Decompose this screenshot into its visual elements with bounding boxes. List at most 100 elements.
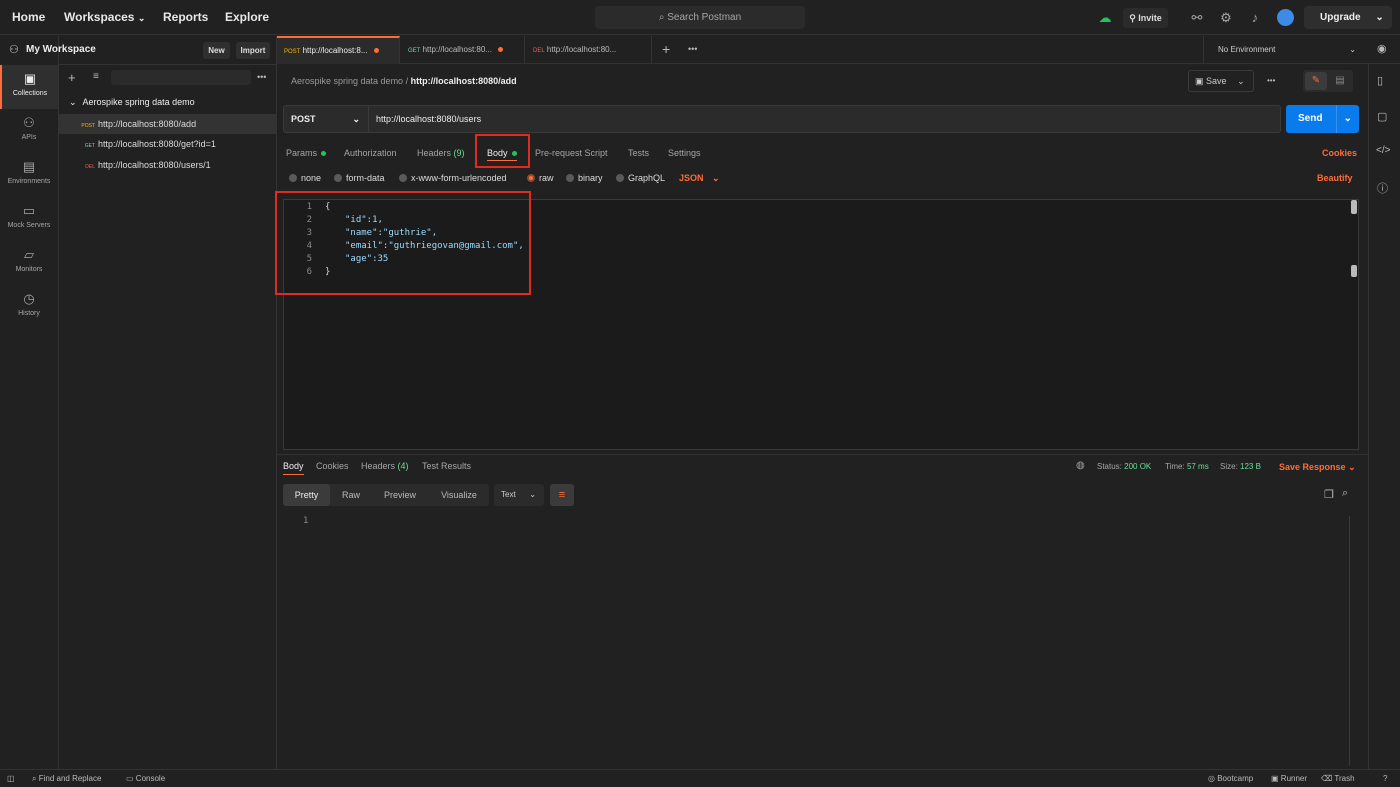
- collection-item[interactable]: ⌄ Aerospike spring data demo: [69, 97, 195, 108]
- tab-params[interactable]: Params: [286, 145, 327, 161]
- pretty-button[interactable]: Pretty: [283, 484, 330, 506]
- search-input[interactable]: ⌕ Search Postman: [595, 6, 805, 29]
- radio-circle: [566, 174, 574, 182]
- scrollbar-track[interactable]: [1349, 516, 1350, 766]
- status-label: Status:: [1097, 462, 1122, 471]
- documentation-icon[interactable]: ▯: [1377, 74, 1383, 87]
- rail-item-monitors[interactable]: ▱ Monitors: [0, 241, 58, 285]
- sync-status-icon[interactable]: ☁: [1096, 9, 1114, 27]
- tab-tests[interactable]: Tests: [628, 145, 649, 161]
- radio-raw[interactable]: raw: [527, 172, 554, 184]
- time-info[interactable]: Time: 57 ms: [1165, 462, 1209, 471]
- filter-icon[interactable]: ≡: [93, 71, 99, 82]
- radio-none[interactable]: none: [289, 172, 321, 184]
- method-select[interactable]: POST ⌄: [284, 106, 369, 132]
- url-input[interactable]: [376, 106, 1256, 132]
- plus-icon[interactable]: +: [68, 70, 76, 85]
- search-icon[interactable]: ⌕: [1342, 487, 1348, 500]
- eye-icon[interactable]: ◉: [1377, 42, 1387, 55]
- list-item[interactable]: DEL http://localhost:8080/users/1: [59, 155, 276, 175]
- rail-item-mock-servers[interactable]: ▭ Mock Servers: [0, 197, 58, 241]
- reports-link[interactable]: Reports: [163, 0, 208, 35]
- beautify-button[interactable]: Beautify: [1317, 172, 1353, 184]
- find-replace-button[interactable]: ⌕ Find and Replace: [32, 770, 101, 787]
- sidebar-search-input[interactable]: [111, 70, 251, 85]
- gear-icon[interactable]: ⚙: [1217, 9, 1235, 27]
- new-button[interactable]: New: [203, 42, 230, 59]
- docs-icon[interactable]: ▤: [1329, 72, 1351, 90]
- size-info[interactable]: Size: 123 B: [1220, 462, 1261, 471]
- console-label: Console: [135, 774, 166, 783]
- copy-icon[interactable]: ❐: [1324, 488, 1334, 501]
- tab-request-2[interactable]: GET http://localhost:80...: [401, 36, 525, 64]
- radio-graphql[interactable]: GraphQL: [616, 172, 665, 184]
- rail-item-apis[interactable]: ⚇ APIs: [0, 109, 58, 153]
- help-icon[interactable]: ?: [1383, 770, 1387, 787]
- send-button[interactable]: Send ⌄: [1286, 105, 1359, 133]
- more-tabs-icon[interactable]: •••: [688, 44, 697, 54]
- environment-select[interactable]: No Environment ⌄: [1203, 36, 1368, 64]
- status-value: 200 OK: [1124, 462, 1152, 471]
- tab-authorization[interactable]: Authorization: [344, 145, 397, 161]
- preview-button[interactable]: Preview: [372, 484, 428, 506]
- list-item[interactable]: GET http://localhost:8080/get?id=1: [59, 134, 276, 154]
- tab-prerequest-script[interactable]: Pre-request Script: [535, 145, 608, 161]
- edit-icon[interactable]: ✎: [1305, 72, 1327, 90]
- bell-icon[interactable]: ♪: [1246, 9, 1264, 27]
- time-value: 57 ms: [1186, 462, 1209, 471]
- avatar[interactable]: [1277, 9, 1294, 26]
- sidebar-toggle-icon[interactable]: ◫: [7, 770, 15, 787]
- scrollbar-thumb[interactable]: [1351, 200, 1357, 214]
- tab-request-3[interactable]: DEL http://localhost:80...: [526, 36, 652, 64]
- format-select[interactable]: JSON ⌄: [679, 172, 720, 184]
- cookies-link[interactable]: Cookies: [1322, 145, 1357, 161]
- comments-icon[interactable]: ▢: [1377, 110, 1387, 123]
- response-tab-body[interactable]: Body: [283, 461, 304, 475]
- info-icon[interactable]: ⓘ: [1377, 180, 1388, 196]
- rail-item-environments[interactable]: ▤ Environments: [0, 153, 58, 197]
- import-button[interactable]: Import: [236, 42, 270, 59]
- more-icon[interactable]: •••: [1267, 76, 1275, 85]
- explore-link[interactable]: Explore: [225, 0, 269, 35]
- list-item[interactable]: POST http://localhost:8080/add: [59, 114, 276, 134]
- tab-settings[interactable]: Settings: [668, 145, 701, 161]
- radio-binary[interactable]: binary: [566, 172, 603, 184]
- workspaces-label: Workspaces: [64, 10, 135, 24]
- save-button[interactable]: ▣ Save ⌄: [1188, 70, 1254, 92]
- code-icon[interactable]: </>: [1376, 145, 1390, 156]
- workspace-title[interactable]: My Workspace: [26, 44, 96, 55]
- radio-form-data[interactable]: form-data: [334, 172, 385, 184]
- response-format-select[interactable]: Text ⌄: [494, 484, 544, 506]
- bootcamp-button[interactable]: ◎ Bootcamp: [1208, 770, 1253, 787]
- new-tab-icon[interactable]: +: [662, 41, 670, 57]
- runner-button[interactable]: ▣ Runner: [1271, 770, 1307, 787]
- rail-item-history[interactable]: ◷ History: [0, 285, 58, 329]
- home-link[interactable]: Home: [12, 0, 45, 35]
- tab-request-1[interactable]: POST http://localhost:8...: [277, 36, 400, 64]
- invite-button[interactable]: ⚲ Invite: [1123, 8, 1168, 28]
- wrap-lines-icon[interactable]: ≡: [550, 484, 574, 506]
- visualize-button[interactable]: Visualize: [430, 484, 488, 506]
- rail-item-collections[interactable]: ▣ Collections: [0, 65, 58, 109]
- chevron-down-icon: ⌄: [69, 97, 77, 107]
- console-button[interactable]: ▭ Console: [126, 770, 165, 787]
- tab-headers[interactable]: Headers (9): [417, 145, 465, 161]
- response-tab-test-results[interactable]: Test Results: [422, 461, 471, 471]
- raw-button[interactable]: Raw: [332, 484, 370, 506]
- save-response-button[interactable]: Save Response ⌄: [1279, 462, 1356, 473]
- satellite-icon[interactable]: ⚯: [1188, 9, 1206, 27]
- response-tab-cookies[interactable]: Cookies: [316, 461, 349, 471]
- upgrade-button[interactable]: Upgrade ⌄: [1304, 6, 1392, 29]
- globe-icon[interactable]: ◍: [1076, 460, 1085, 471]
- workspaces-menu[interactable]: Workspaces ⌄: [64, 0, 145, 35]
- more-icon[interactable]: •••: [257, 72, 266, 82]
- status-info[interactable]: Status: 200 OK: [1097, 462, 1151, 471]
- breadcrumb-collection[interactable]: Aerospike spring data demo: [291, 76, 403, 86]
- radio-urlencoded[interactable]: x-www-form-urlencoded: [399, 172, 507, 184]
- bootcamp-label: Bootcamp: [1217, 774, 1254, 783]
- radio-label: raw: [539, 173, 554, 183]
- method-label: POST: [291, 114, 316, 124]
- scrollbar-thumb[interactable]: [1351, 265, 1357, 277]
- trash-button[interactable]: ⌫ Trash: [1321, 770, 1355, 787]
- response-tab-headers[interactable]: Headers (4): [361, 461, 409, 471]
